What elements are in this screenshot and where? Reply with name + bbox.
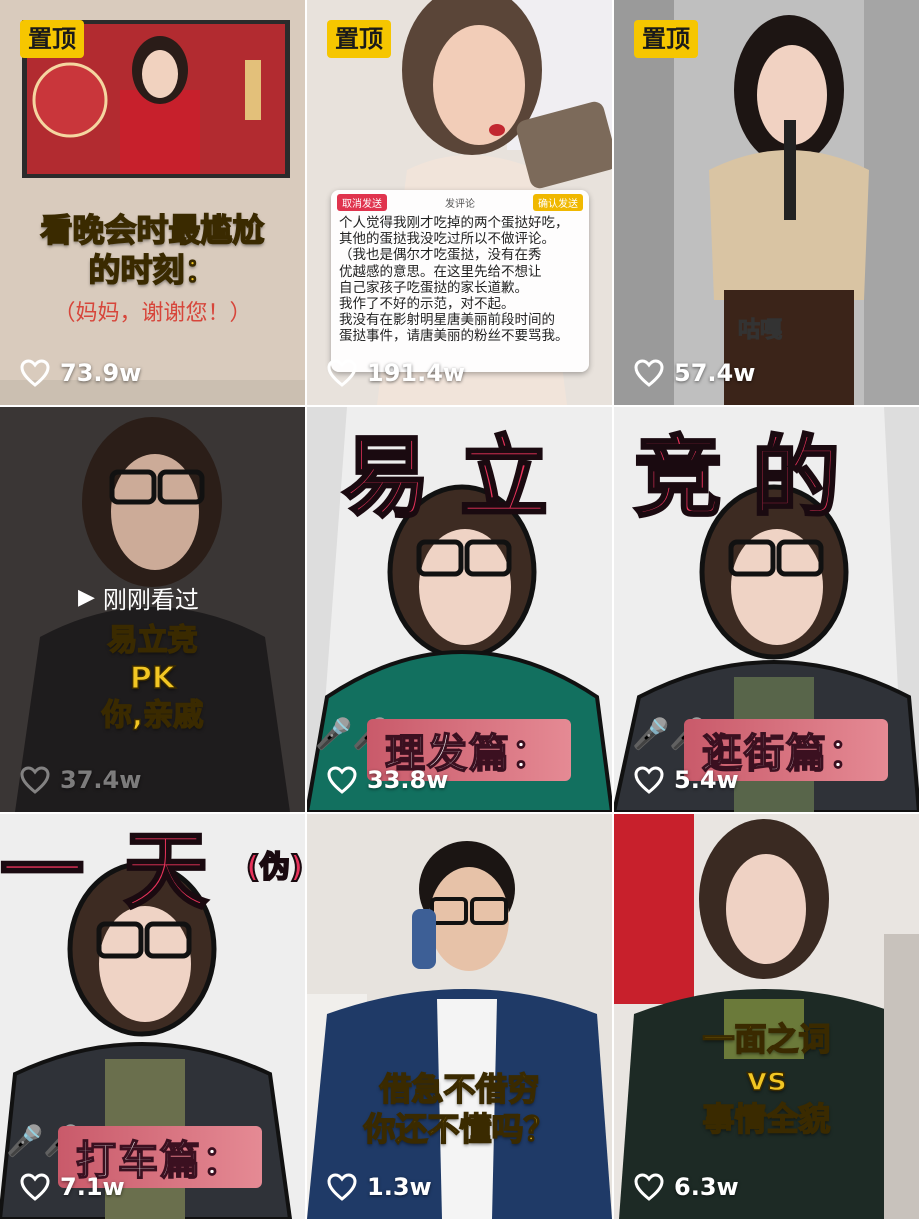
like-count: 1.3w — [327, 1173, 432, 1201]
like-count: 33.8w — [327, 766, 448, 794]
comment-card-header: 取消发送 发评论 确认发送 — [331, 190, 589, 211]
heart-icon — [20, 359, 50, 387]
video-tile-9[interactable]: 一面之词 vs 事情全貌 6.3w — [614, 814, 919, 1219]
like-count-value: 5.4w — [674, 766, 739, 794]
comment-card: 取消发送 发评论 确认发送 个人觉得我刚才吃掉的两个蛋挞好吃， 其他的蛋挞我没吃… — [331, 190, 589, 372]
comment-text: 个人觉得我刚才吃掉的两个蛋挞好吃， 其他的蛋挞我没吃过所以不做评论。 （我也是偶… — [339, 215, 569, 345]
video-tile-3[interactable]: 置顶 咕嘎 57.4w — [614, 0, 919, 405]
video-thumbnail-9 — [614, 814, 919, 1219]
caption-line-2: PK — [129, 660, 176, 696]
caption-line-2: 你还不懂吗？ — [363, 1109, 557, 1149]
like-count-value: 191.4w — [367, 359, 466, 387]
big-title: 竞的 — [632, 425, 871, 531]
pinned-badge: 置顶 — [327, 20, 391, 59]
heart-icon — [327, 1173, 357, 1201]
like-count-value: 73.9w — [60, 359, 142, 387]
caption-line-3: 你,亲戚 — [101, 697, 204, 733]
video-thumbnail-1 — [0, 0, 305, 405]
video-caption: 易立竞 PK 你,亲戚 — [0, 622, 305, 735]
big-title: 易立 — [340, 425, 579, 531]
like-count-value: 6.3w — [674, 1173, 739, 1201]
video-tag: 咕嘎 — [737, 318, 783, 344]
play-icon: ▶ — [78, 585, 95, 610]
confirm-send-label: 确认发送 — [533, 194, 583, 211]
video-caption: 一面之词 vs 事情全貌 — [614, 1019, 919, 1139]
heart-icon — [20, 766, 50, 794]
like-count: 191.4w — [327, 359, 465, 387]
heart-icon — [634, 766, 664, 794]
big-title: 一天 — [0, 821, 249, 922]
recently-watched-label: ▶ 刚刚看过 — [78, 580, 199, 615]
recently-watched-text: 刚刚看过 — [102, 586, 199, 614]
like-count: 37.4w — [20, 766, 141, 794]
video-tile-7[interactable]: 一天 (伪) 🎤🎤 打车篇： 7.1w — [0, 814, 305, 1219]
like-count-value: 7.1w — [60, 1173, 125, 1201]
like-count-value: 33.8w — [367, 766, 449, 794]
cancel-send-label: 取消发送 — [337, 194, 387, 211]
caption-line-1: 借急不借穷 — [379, 1069, 541, 1109]
like-count: 7.1w — [20, 1173, 125, 1201]
pinned-badge: 置顶 — [20, 20, 84, 59]
video-tile-2[interactable]: 置顶 取消发送 发评论 确认发送 个人觉得我刚才吃掉的两个蛋挞好吃， 其他的蛋挞… — [307, 0, 612, 405]
video-caption: 借急不借穷 你还不懂吗？ — [307, 1069, 612, 1149]
like-count-value: 37.4w — [60, 766, 142, 794]
like-count-value: 1.3w — [367, 1173, 432, 1201]
video-thumbnail-8 — [307, 814, 612, 1219]
video-tile-4[interactable]: ▶ 刚刚看过 易立竞 PK 你,亲戚 37.4w — [0, 407, 305, 812]
heart-icon — [634, 1173, 664, 1201]
like-count: 57.4w — [634, 359, 755, 387]
video-sub-caption: （妈妈，谢谢您！） — [53, 301, 252, 326]
video-caption: 看晚会时最尴尬 的时刻： — [0, 210, 305, 290]
caption-line-1: 看晚会时最尴尬 — [40, 210, 266, 250]
heart-icon — [327, 766, 357, 794]
like-count-value: 57.4w — [674, 359, 756, 387]
heart-icon — [20, 1173, 50, 1201]
like-count: 6.3w — [634, 1173, 739, 1201]
big-title-note: (伪) — [245, 849, 304, 886]
video-tile-1[interactable]: 置顶 看晚会时最尴尬 的时刻： （妈妈，谢谢您！） 73.9w — [0, 0, 305, 405]
caption-line-2: vs — [746, 1059, 787, 1099]
comment-card-title: 发评论 — [445, 199, 475, 210]
like-count: 5.4w — [634, 766, 739, 794]
heart-icon — [327, 359, 357, 387]
pinned-badge: 置顶 — [634, 20, 698, 59]
video-tile-5[interactable]: 易立 🎤🎤 理发篇： 33.8w — [307, 407, 612, 812]
video-tile-8[interactable]: 借急不借穷 你还不懂吗？ 1.3w — [307, 814, 612, 1219]
video-tile-6[interactable]: 竞的 🎤🎤 逛街篇： 5.4w — [614, 407, 919, 812]
video-thumbnail-3 — [614, 0, 919, 405]
caption-line-1: 易立竞 — [107, 622, 199, 658]
caption-line-3: 事情全貌 — [702, 1099, 832, 1139]
caption-line-1: 一面之词 — [702, 1019, 832, 1059]
heart-icon — [634, 359, 664, 387]
like-count: 73.9w — [20, 359, 141, 387]
caption-line-2: 的时刻： — [88, 250, 218, 290]
video-grid: 置顶 看晚会时最尴尬 的时刻： （妈妈，谢谢您！） 73.9w 置顶 取消发送 … — [0, 0, 919, 1219]
